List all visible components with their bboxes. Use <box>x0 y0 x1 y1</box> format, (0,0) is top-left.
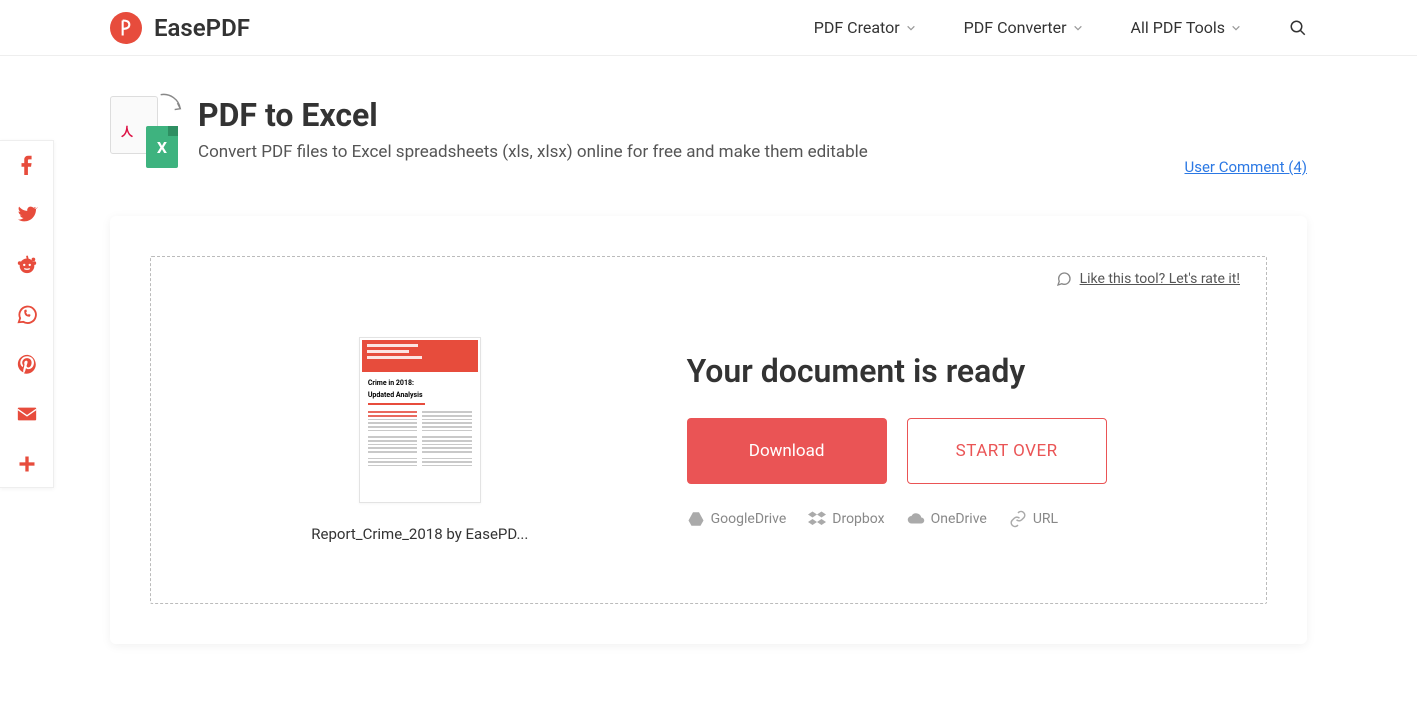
nav-pdf-converter[interactable]: PDF Converter <box>964 18 1083 37</box>
social-sidebar <box>0 140 54 488</box>
email-icon[interactable] <box>16 403 38 425</box>
filename-label: Report_Crime_2018 by EasePD... <box>311 525 528 543</box>
cloud-row: GoogleDrive Dropbox OneDrive URL <box>687 510 1224 528</box>
nav-label: PDF Converter <box>964 18 1067 37</box>
chevron-down-icon <box>1073 23 1083 33</box>
preview-column: Crime in 2018: Updated Analysis <box>193 337 647 543</box>
button-row: Download START OVER <box>687 418 1224 484</box>
pinterest-icon[interactable] <box>16 353 38 375</box>
cloud-label: URL <box>1033 511 1058 527</box>
result-card: Like this tool? Let's rate it! Crime in … <box>110 216 1307 644</box>
nav-all-tools[interactable]: All PDF Tools <box>1131 18 1241 37</box>
page-title: PDF to Excel <box>198 96 868 134</box>
nav-label: PDF Creator <box>814 18 900 37</box>
onedrive-icon <box>907 510 925 528</box>
user-comment-link[interactable]: User Comment (4) <box>1184 158 1307 176</box>
download-button[interactable]: Download <box>687 418 887 484</box>
googledrive-link[interactable]: GoogleDrive <box>687 510 787 528</box>
content-row: Crime in 2018: Updated Analysis <box>193 337 1224 543</box>
dashed-container: Like this tool? Let's rate it! Crime in … <box>150 256 1267 604</box>
page-subtitle: Convert PDF files to Excel spreadsheets … <box>198 142 868 162</box>
chevron-down-icon <box>906 23 916 33</box>
cloud-label: Dropbox <box>832 511 884 527</box>
cloud-label: GoogleDrive <box>711 511 787 527</box>
action-column: Your document is ready Download START OV… <box>687 352 1224 528</box>
link-icon <box>1009 510 1027 528</box>
cloud-label: OneDrive <box>931 511 987 527</box>
nav-label: All PDF Tools <box>1131 18 1225 37</box>
ready-heading: Your document is ready <box>687 352 1224 390</box>
dropbox-link[interactable]: Dropbox <box>808 510 884 528</box>
thumb-title-2: Updated Analysis <box>368 392 472 400</box>
nav: PDF Creator PDF Converter All PDF Tools <box>814 18 1307 37</box>
search-icon <box>1289 19 1307 37</box>
search-button[interactable] <box>1289 19 1307 37</box>
logo-icon <box>110 12 142 44</box>
dropbox-icon <box>808 510 826 528</box>
onedrive-link[interactable]: OneDrive <box>907 510 987 528</box>
title-text: PDF to Excel Convert PDF files to Excel … <box>198 96 868 162</box>
whatsapp-icon[interactable] <box>16 303 38 325</box>
facebook-icon[interactable] <box>16 153 38 175</box>
thumb-title-1: Crime in 2018: <box>368 380 472 388</box>
logo-text: EasePDF <box>154 14 250 42</box>
chevron-down-icon <box>1231 23 1241 33</box>
reddit-icon[interactable] <box>16 253 38 275</box>
chat-icon <box>1056 271 1072 287</box>
googledrive-icon <box>687 510 705 528</box>
logo[interactable]: EasePDF <box>110 12 250 44</box>
more-icon[interactable] <box>16 453 38 475</box>
twitter-icon[interactable] <box>16 203 38 225</box>
header: EasePDF PDF Creator PDF Converter All PD… <box>0 0 1417 56</box>
start-over-button[interactable]: START OVER <box>907 418 1107 484</box>
document-thumbnail: Crime in 2018: Updated Analysis <box>359 337 481 503</box>
title-row: 人 X PDF to Excel Convert PDF files to Ex… <box>110 96 1307 168</box>
nav-pdf-creator[interactable]: PDF Creator <box>814 18 916 37</box>
rate-link[interactable]: Like this tool? Let's rate it! <box>1080 271 1240 287</box>
main: 人 X PDF to Excel Convert PDF files to Ex… <box>0 56 1417 644</box>
url-link[interactable]: URL <box>1009 510 1058 528</box>
pdf-to-excel-icon: 人 X <box>110 96 178 168</box>
rate-link-row: Like this tool? Let's rate it! <box>1056 271 1240 287</box>
